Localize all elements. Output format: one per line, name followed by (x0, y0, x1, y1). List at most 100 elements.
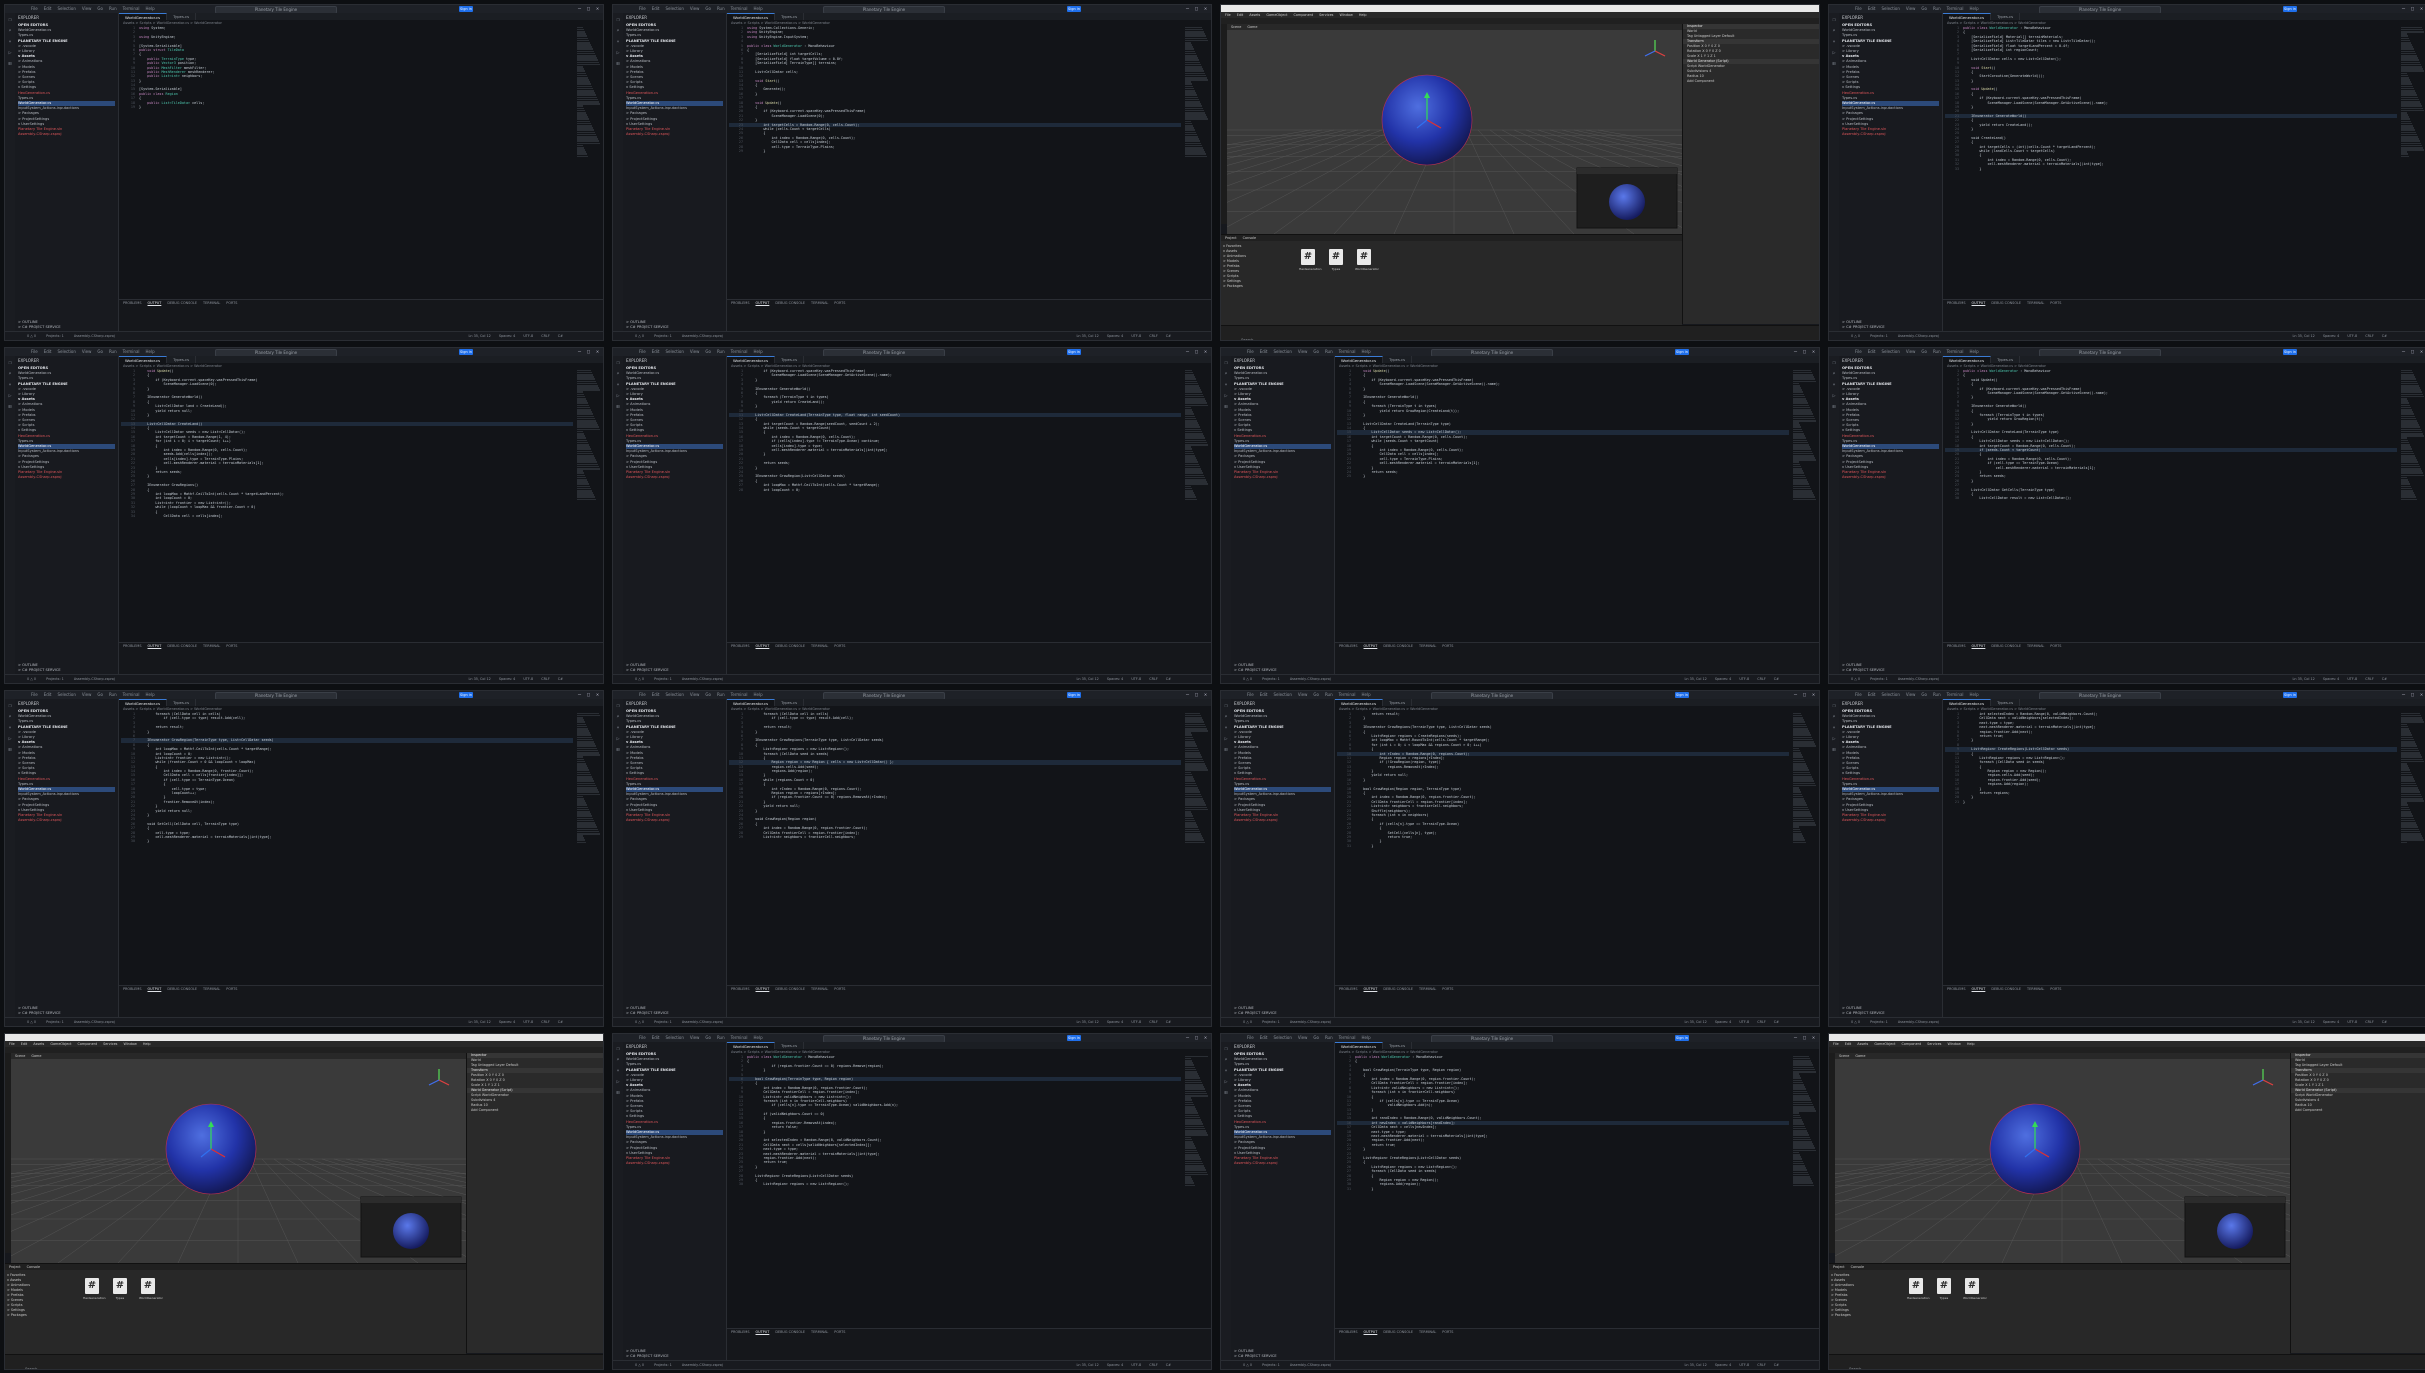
menu-item[interactable]: Terminal (1947, 349, 1964, 355)
status-item[interactable]: 0 △ 0 (1243, 675, 1252, 683)
status-item[interactable]: Ln 35, Col 12 (1684, 675, 1706, 683)
close-icon[interactable]: ✕ (596, 692, 599, 698)
project-service-header[interactable]: > C# PROJECT SERVICE (1234, 1354, 1277, 1359)
menu-item[interactable]: Edit (44, 692, 52, 698)
menu-item[interactable]: Selection (1273, 692, 1291, 698)
panel-tab[interactable]: DEBUG CONSOLE (167, 987, 197, 991)
minimize-icon[interactable]: ─ (578, 6, 581, 12)
maximize-icon[interactable]: □ (587, 6, 590, 12)
menu-item[interactable]: Help (1970, 6, 1979, 12)
minimap[interactable] (577, 26, 601, 298)
status-item[interactable]: 0 △ 0 (1851, 675, 1860, 683)
panel-tab[interactable]: PORTS (1442, 644, 1453, 648)
panel-tab[interactable]: PORTS (2050, 644, 2061, 648)
menu-item[interactable]: Terminal (731, 349, 748, 355)
menu-item[interactable]: File (1247, 692, 1254, 698)
status-item[interactable]: Assembly-CSharp.csproj (1290, 675, 1331, 683)
sign-in-button[interactable]: Sign in (459, 349, 473, 355)
minimap[interactable] (577, 369, 601, 641)
menu-item[interactable]: Terminal (1339, 1035, 1356, 1041)
status-item[interactable]: C# (1774, 675, 1779, 683)
menu-item[interactable]: Go (705, 349, 711, 355)
status-item[interactable]: Assembly-CSharp.csproj (1898, 332, 1939, 340)
project-tree-item[interactable]: > Packages (7, 1313, 77, 1318)
panel-tab[interactable]: PROBLEMS (1947, 301, 1966, 305)
code-view[interactable]: 1 foreach (CellData cell in cells) 2 if (… (729, 712, 1181, 986)
menu-item[interactable]: Help (754, 349, 763, 355)
menu-item[interactable]: Go (705, 1035, 711, 1041)
menu-item[interactable]: Go (1313, 1035, 1319, 1041)
project-tab[interactable]: Project (9, 1264, 21, 1270)
search-icon[interactable]: ⌕ (616, 371, 619, 377)
menu-item[interactable]: Run (1933, 6, 1941, 12)
panel-tab[interactable]: TERMINAL (203, 987, 220, 991)
script-asset[interactable]: # Types (1935, 1278, 1953, 1300)
status-item[interactable]: C# (558, 332, 563, 340)
project-service-header[interactable]: > C# PROJECT SERVICE (1842, 325, 1885, 330)
panel-tab[interactable]: TERMINAL (1419, 1330, 1436, 1334)
menu-item[interactable]: Selection (665, 349, 683, 355)
code-view[interactable]: 1 using System; 2 3 using UnityEngine; 4 5 [Sys… (121, 26, 573, 300)
status-item[interactable]: Ln 35, Col 12 (2292, 675, 2314, 683)
status-item[interactable]: UTF-8 (1131, 675, 1141, 683)
project-service-header[interactable]: > C# PROJECT SERVICE (18, 325, 61, 330)
project-tab[interactable]: Project (1833, 1264, 1845, 1270)
editor-tab[interactable]: Types.cs (775, 1042, 805, 1049)
tree-item[interactable]: Assembly-CSharp.csproj (18, 132, 115, 137)
status-item[interactable]: CRLF (1757, 675, 1766, 683)
project-service-header[interactable]: > C# PROJECT SERVICE (18, 1011, 61, 1016)
status-item[interactable]: 0 △ 0 (27, 332, 36, 340)
project-service-header[interactable]: > C# PROJECT SERVICE (626, 1354, 669, 1359)
status-item[interactable]: Projects: 1 (1870, 332, 1888, 340)
status-item[interactable]: Ln 35, Col 12 (468, 1018, 490, 1026)
files-icon[interactable]: ❐ (616, 17, 619, 23)
panel-tab[interactable]: PORTS (226, 301, 237, 305)
editor-tab[interactable]: Types.cs (167, 13, 197, 20)
menu-item[interactable]: View (690, 349, 700, 355)
status-item[interactable]: Ln 35, Col 12 (1684, 1018, 1706, 1026)
panel-tab[interactable]: TERMINAL (811, 987, 828, 991)
code-view[interactable]: 1 if (Keyboard.current.spaceKey.wasPress… (729, 369, 1181, 643)
panel-tab[interactable]: DEBUG CONSOLE (1991, 987, 2021, 991)
panel-tab[interactable]: OUTPUT (756, 1330, 770, 1334)
project-service-header[interactable]: > C# PROJECT SERVICE (1842, 1011, 1885, 1016)
extensions-icon[interactable]: ⊞ (1832, 404, 1835, 410)
status-item[interactable]: CRLF (2365, 1018, 2374, 1026)
panel-tab[interactable]: PORTS (834, 301, 845, 305)
maximize-icon[interactable]: □ (1195, 349, 1198, 355)
tree-item[interactable]: Assembly-CSharp.csproj (1234, 1161, 1331, 1166)
run-debug-icon[interactable]: ▷ (1224, 1079, 1227, 1085)
menu-item[interactable]: Run (109, 6, 117, 12)
panel-tab[interactable]: TERMINAL (2027, 301, 2044, 305)
source-control-icon[interactable]: ⑂ (1832, 39, 1835, 45)
tree-item[interactable]: Assembly-CSharp.csproj (1842, 475, 1939, 480)
taskbar-search[interactable]: Search (1829, 1367, 1861, 1369)
files-icon[interactable]: ❐ (1832, 703, 1835, 709)
menu-item[interactable]: Run (717, 349, 725, 355)
code-view[interactable]: 1 void Update() 2 {3 if (Keyboard.current… (1337, 369, 1789, 643)
status-item[interactable]: UTF-8 (1131, 332, 1141, 340)
panel-tab[interactable]: OUTPUT (148, 301, 162, 305)
files-icon[interactable]: ❐ (1832, 17, 1835, 23)
minimize-icon[interactable]: ─ (1186, 6, 1189, 12)
status-item[interactable]: Ln 35, Col 12 (2292, 1018, 2314, 1026)
status-item[interactable]: Spaces: 4 (1715, 675, 1731, 683)
search-icon[interactable]: ⌕ (616, 714, 619, 720)
minimap[interactable] (1185, 369, 1209, 641)
panel-tab[interactable]: PROBLEMS (731, 301, 750, 305)
status-item[interactable]: Assembly-CSharp.csproj (682, 1361, 723, 1369)
minimize-icon[interactable]: ─ (1794, 349, 1797, 355)
close-icon[interactable]: ✕ (1204, 349, 1207, 355)
close-icon[interactable]: ✕ (1204, 1035, 1207, 1041)
status-item[interactable]: UTF-8 (1131, 1018, 1141, 1026)
panel-tab[interactable]: TERMINAL (811, 301, 828, 305)
minimize-icon[interactable]: ─ (1186, 692, 1189, 698)
panel-tab[interactable]: OUTPUT (756, 987, 770, 991)
scene-view[interactable]: Scene Game (1227, 24, 1682, 234)
panel-tab[interactable]: PROBLEMS (731, 987, 750, 991)
status-item[interactable]: Spaces: 4 (1107, 1018, 1123, 1026)
menu-item[interactable]: File (31, 692, 38, 698)
maximize-icon[interactable]: □ (587, 692, 590, 698)
status-item[interactable]: CRLF (541, 1018, 550, 1026)
status-item[interactable]: Projects: 1 (654, 1361, 672, 1369)
